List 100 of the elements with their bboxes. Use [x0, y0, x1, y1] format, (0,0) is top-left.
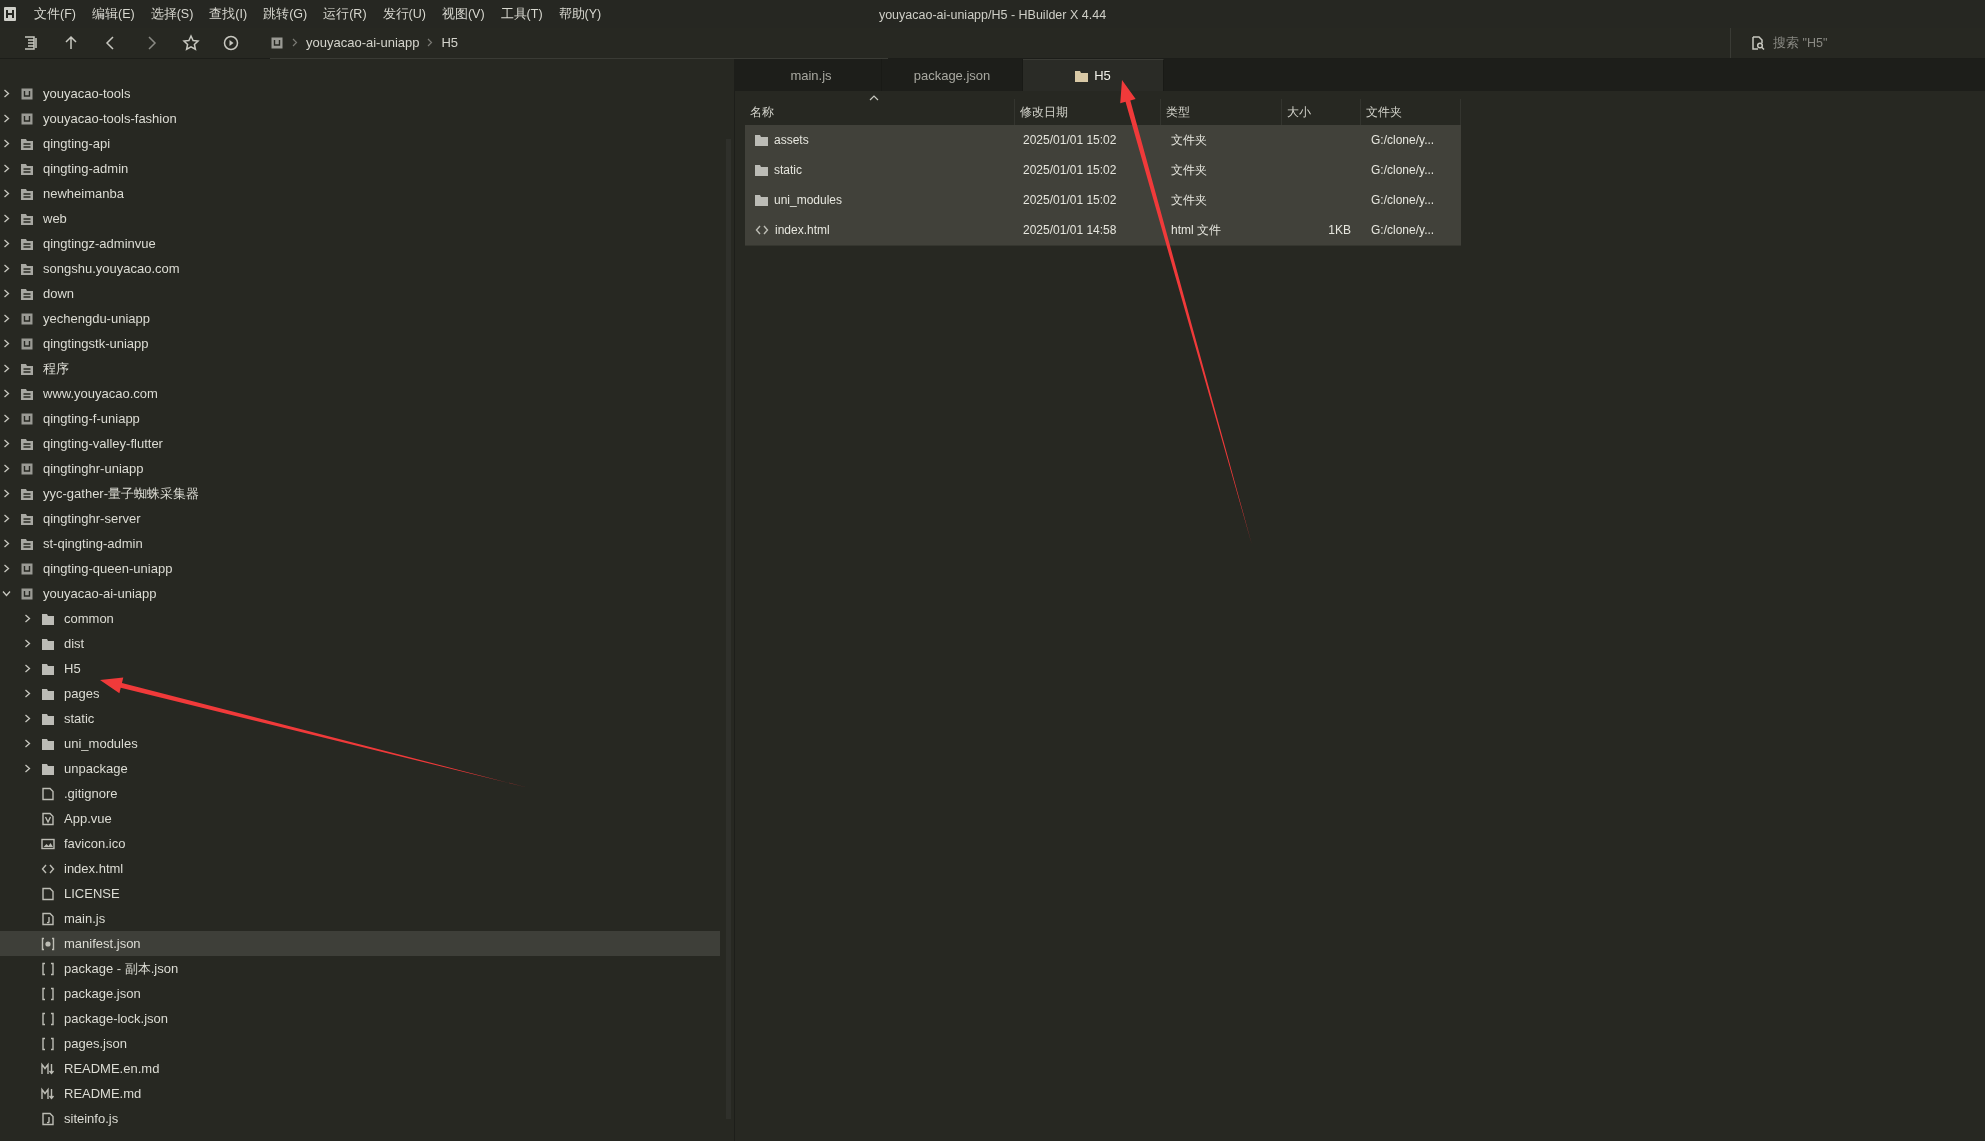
- tree-item[interactable]: package.json: [0, 981, 720, 1006]
- tree-item[interactable]: unpackage: [0, 756, 720, 781]
- tree-item[interactable]: pages: [0, 681, 720, 706]
- tree-item[interactable]: st-qingting-admin: [0, 531, 720, 556]
- chevron-icon[interactable]: [23, 764, 32, 773]
- tree-item[interactable]: qingtinghr-uniapp: [0, 456, 720, 481]
- search-field[interactable]: 搜索 "H5": [1730, 28, 1985, 58]
- menu-item[interactable]: 发行(U): [374, 5, 434, 23]
- tree-item[interactable]: dist: [0, 631, 720, 656]
- chevron-icon[interactable]: [2, 514, 11, 523]
- chevron-icon[interactable]: [23, 664, 32, 673]
- tree-item[interactable]: newheimanba: [0, 181, 720, 206]
- chevron-icon[interactable]: [2, 539, 11, 548]
- menu-item[interactable]: 选择(S): [142, 5, 202, 23]
- tree-item[interactable]: qingting-api: [0, 131, 720, 156]
- chevron-icon[interactable]: [2, 189, 11, 198]
- chevron-icon[interactable]: [2, 139, 11, 148]
- chevron-icon[interactable]: [23, 639, 32, 648]
- markdown-icon: [41, 1061, 55, 1076]
- tree-item[interactable]: pages.json: [0, 1031, 720, 1056]
- chevron-icon[interactable]: [2, 89, 11, 98]
- chevron-icon[interactable]: [2, 264, 11, 273]
- menu-item[interactable]: 运行(R): [315, 5, 375, 23]
- chevron-icon[interactable]: [2, 589, 11, 598]
- chevron-icon[interactable]: [2, 114, 11, 123]
- tree-item[interactable]: LICENSE: [0, 881, 720, 906]
- tree-item[interactable]: favicon.ico: [0, 831, 720, 856]
- menu-item[interactable]: 帮助(Y): [550, 5, 610, 23]
- star-icon[interactable]: [182, 34, 200, 52]
- tree-item[interactable]: index.html: [0, 856, 720, 881]
- chevron-icon[interactable]: [2, 439, 11, 448]
- breadcrumb-item[interactable]: H5: [441, 35, 459, 50]
- tree-item[interactable]: www.youyacao.com: [0, 381, 720, 406]
- tree-item[interactable]: package - 副本.json: [0, 956, 720, 981]
- chevron-icon[interactable]: [2, 239, 11, 248]
- tree-item[interactable]: README.md: [0, 1081, 720, 1106]
- chevron-icon[interactable]: [2, 414, 11, 423]
- menu-item[interactable]: 跳转(G): [255, 5, 316, 23]
- folder-icon: [41, 661, 55, 676]
- chevron-icon[interactable]: [2, 564, 11, 573]
- tree-item[interactable]: qingting-queen-uniapp: [0, 556, 720, 581]
- tree-item[interactable]: qingting-valley-flutter: [0, 431, 720, 456]
- chevron-icon[interactable]: [23, 714, 32, 723]
- tree-item[interactable]: qingting-admin: [0, 156, 720, 181]
- tree-item[interactable]: uni_modules: [0, 731, 720, 756]
- tree-item[interactable]: yyc-gather-量子蜘蛛采集器: [0, 481, 720, 506]
- editor-tab[interactable]: H5: [1023, 59, 1164, 91]
- brackets-icon: [41, 986, 55, 1001]
- chevron-icon[interactable]: [2, 339, 11, 348]
- tree-item[interactable]: songshu.youyacao.com: [0, 256, 720, 281]
- tree-item[interactable]: qingting-f-uniapp: [0, 406, 720, 431]
- tree-item[interactable]: 程序: [0, 356, 720, 381]
- project-icon: [20, 461, 34, 476]
- editor-tab[interactable]: main.js: [741, 59, 882, 91]
- chevron-icon[interactable]: [23, 689, 32, 698]
- chevron-icon[interactable]: [2, 214, 11, 223]
- tree-item[interactable]: youyacao-tools: [0, 81, 720, 106]
- menu-item[interactable]: 视图(V): [433, 5, 493, 23]
- table-cell: 2025/01/01 15:02: [1023, 193, 1117, 207]
- table-cell: 文件夹: [1171, 161, 1207, 179]
- folder-lines-icon: [20, 261, 34, 276]
- tree-item[interactable]: manifest.json: [0, 931, 720, 956]
- tree-item[interactable]: static: [0, 706, 720, 731]
- chevron-icon[interactable]: [2, 314, 11, 323]
- tree-item[interactable]: qingtingstk-uniapp: [0, 331, 720, 356]
- chevron-icon[interactable]: [2, 164, 11, 173]
- tree-item[interactable]: down: [0, 281, 720, 306]
- tree-item[interactable]: qingtingz-adminvue: [0, 231, 720, 256]
- tree-item[interactable]: qingtinghr-server: [0, 506, 720, 531]
- chevron-icon[interactable]: [23, 614, 32, 623]
- tree-item[interactable]: youyacao-ai-uniapp: [0, 581, 720, 606]
- play-circle-icon[interactable]: [222, 34, 240, 52]
- tree-item[interactable]: H5: [0, 656, 720, 681]
- breadcrumb-item[interactable]: youyacao-ai-uniapp: [306, 35, 420, 50]
- tree-item[interactable]: yechengdu-uniapp: [0, 306, 720, 331]
- project-icon: [20, 561, 34, 576]
- tree-item[interactable]: .gitignore: [0, 781, 720, 806]
- chevron-icon[interactable]: [2, 464, 11, 473]
- tree-item[interactable]: App.vue: [0, 806, 720, 831]
- chevron-icon[interactable]: [2, 489, 11, 498]
- tree-item[interactable]: main.js: [0, 906, 720, 931]
- tree-item[interactable]: package-lock.json: [0, 1006, 720, 1031]
- outline-icon[interactable]: [22, 34, 40, 52]
- folder-icon: [41, 711, 55, 726]
- table-cell: uni_modules: [774, 193, 843, 207]
- menu-item[interactable]: 文件(F): [26, 5, 84, 23]
- tree-item[interactable]: web: [0, 206, 720, 231]
- table-cell: 2025/01/01 14:58: [1023, 223, 1117, 237]
- tree-item[interactable]: youyacao-tools-fashion: [0, 106, 720, 131]
- menu-item[interactable]: 工具(T): [492, 5, 551, 23]
- chevron-icon[interactable]: [2, 364, 11, 373]
- tree-item[interactable]: siteinfo.js: [0, 1106, 720, 1131]
- menu-item[interactable]: 查找(I): [201, 5, 256, 23]
- table-cell: G:/clone/y...: [1371, 193, 1435, 207]
- chevron-icon[interactable]: [23, 739, 32, 748]
- menu-item[interactable]: 编辑(E): [83, 5, 143, 23]
- chevron-icon[interactable]: [2, 389, 11, 398]
- tree-item[interactable]: common: [0, 606, 720, 631]
- chevron-icon[interactable]: [2, 289, 11, 298]
- tree-item[interactable]: README.en.md: [0, 1056, 720, 1081]
